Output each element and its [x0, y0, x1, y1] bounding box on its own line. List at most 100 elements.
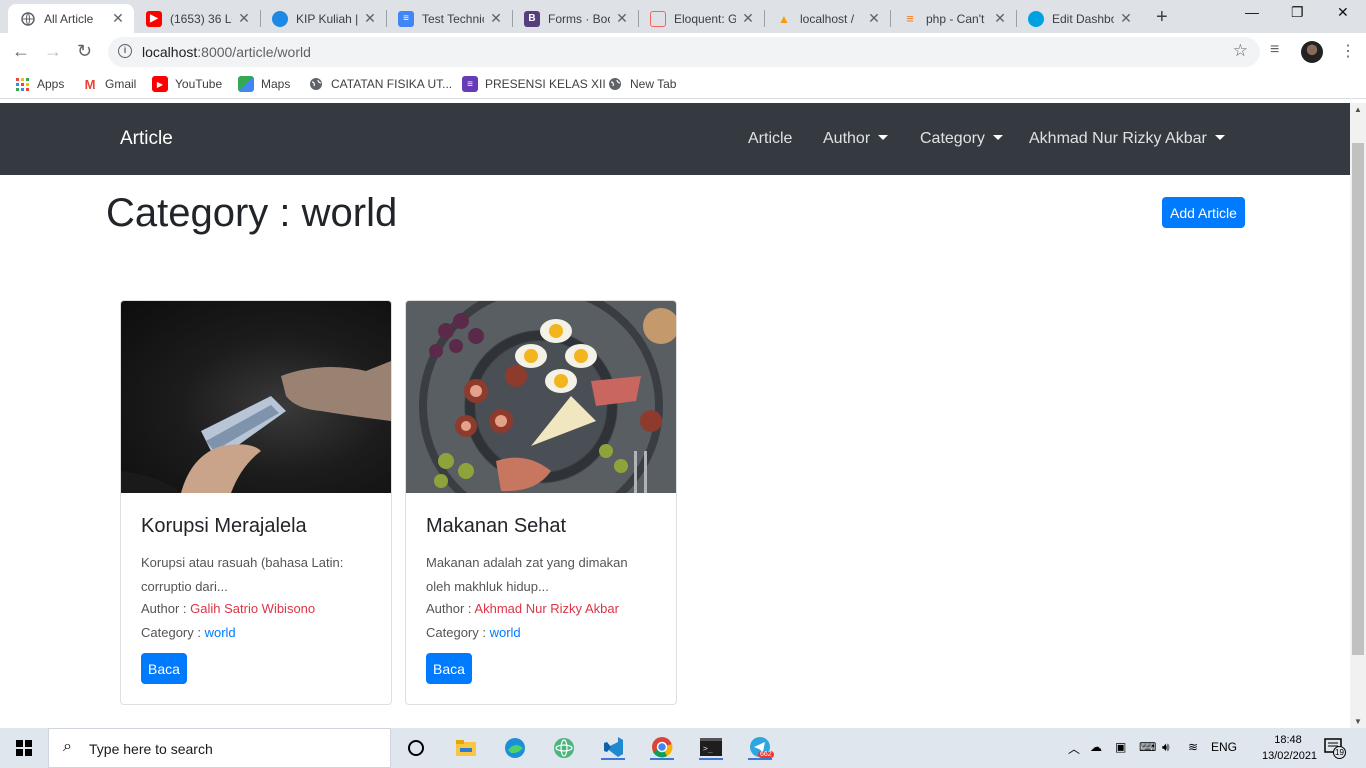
bookmark-gmail[interactable]: M Gmail — [82, 76, 137, 92]
minimize-icon[interactable]: — — [1245, 4, 1259, 20]
wifi-icon[interactable]: ≋ — [1188, 740, 1198, 754]
read-button[interactable]: Baca — [426, 653, 472, 684]
telegram-icon[interactable]: 662 — [748, 736, 774, 760]
tab-test-technical[interactable]: ≡ Test Technic ✕ — [386, 4, 512, 33]
youtube-icon: ▶ — [152, 76, 168, 92]
article-image — [121, 301, 391, 493]
bookmark-maps[interactable]: Maps — [238, 76, 290, 92]
tab-youtube[interactable]: ▶ (1653) 36 Le ✕ — [134, 4, 260, 33]
youtube-icon: ▶ — [146, 10, 162, 27]
nav-article[interactable]: Article — [748, 130, 792, 148]
edge-icon[interactable] — [503, 736, 527, 760]
article-title: Makanan Sehat — [426, 515, 567, 537]
bookmark-youtube[interactable]: ▶ YouTube — [152, 76, 222, 92]
author-link[interactable]: Galih Satrio Wibisono — [190, 601, 315, 616]
tab-all-article[interactable]: All Article ✕ — [8, 4, 134, 33]
language-indicator[interactable]: ENG — [1211, 740, 1237, 754]
close-tab-icon[interactable]: ✕ — [362, 10, 378, 27]
media-control-icon[interactable]: ≡ — [1270, 41, 1279, 59]
atom-icon[interactable] — [552, 736, 576, 760]
bookmark-apps[interactable]: Apps — [14, 76, 64, 92]
close-tab-icon[interactable]: ✕ — [1118, 10, 1134, 27]
dropdown-caret-icon — [992, 135, 1003, 140]
reload-icon[interactable]: ↻ — [77, 41, 92, 62]
article-card: Korupsi Merajalela Korupsi atau rasuah (… — [120, 300, 392, 705]
tab-phpmyadmin[interactable]: ▲ localhost / ✕ — [764, 4, 890, 33]
windows-taskbar: ⌕ Type here to search >_ 662 ︿ ☁ ▣ ⌨ 🔊︎ … — [0, 728, 1366, 768]
close-tab-icon[interactable]: ✕ — [488, 10, 504, 27]
profile-avatar[interactable] — [1301, 41, 1323, 63]
kip-icon — [272, 10, 288, 27]
task-view-icon[interactable] — [404, 736, 428, 760]
site-info-icon[interactable]: i — [118, 44, 132, 58]
close-window-icon[interactable]: ✕ — [1337, 4, 1349, 21]
category-link[interactable]: world — [205, 625, 236, 640]
new-tab-button[interactable]: + — [1156, 6, 1168, 29]
navbar-brand[interactable]: Article — [120, 128, 173, 150]
bookmark-new-tab[interactable]: New Tab — [607, 76, 676, 92]
windows-start-icon[interactable] — [16, 740, 32, 756]
back-icon[interactable]: ← — [12, 41, 30, 62]
close-tab-icon[interactable]: ✕ — [110, 10, 126, 27]
notification-center-icon[interactable]: 19 — [1324, 737, 1346, 760]
tab-eloquent[interactable]: Eloquent: G ✕ — [638, 4, 764, 33]
dropdown-caret-icon — [1214, 135, 1225, 140]
docs-icon: ≡ — [398, 10, 414, 27]
article-image — [406, 301, 676, 528]
globe-icon — [308, 76, 324, 92]
terminal-icon[interactable]: >_ — [699, 736, 723, 760]
nav-author-dropdown[interactable]: Author — [823, 130, 889, 148]
site-navbar: Article Article Author Category Akhmad N… — [0, 103, 1350, 175]
chrome-icon[interactable] — [650, 736, 674, 760]
tab-kip-kuliah[interactable]: KIP Kuliah | ✕ — [260, 4, 386, 33]
tab-edit-dashboard[interactable]: Edit Dashbo ✕ — [1016, 4, 1142, 33]
page-title: Category : world — [106, 191, 398, 235]
onedrive-icon[interactable]: ☁ — [1090, 740, 1102, 754]
read-button[interactable]: Baca — [141, 653, 187, 684]
tab-stackoverflow[interactable]: ≡ php - Can't ✕ — [890, 4, 1016, 33]
telegram-badge: 662 — [758, 751, 774, 758]
bookmark-star-icon[interactable]: ☆ — [1233, 41, 1248, 61]
volume-icon[interactable]: 🔊︎ — [1162, 740, 1170, 755]
close-tab-icon[interactable]: ✕ — [992, 10, 1008, 27]
svg-text:>_: >_ — [703, 744, 713, 753]
author-link[interactable]: Akhmad Nur Rizky Akbar — [474, 601, 619, 616]
file-explorer-icon[interactable] — [454, 736, 478, 760]
address-bar[interactable]: i localhost:8000/article/world ☆ — [108, 37, 1260, 67]
add-article-button[interactable]: Add Article — [1162, 197, 1245, 228]
nav-user-dropdown[interactable]: Akhmad Nur Rizky Akbar — [1029, 130, 1225, 148]
forward-icon[interactable]: → — [44, 41, 62, 62]
tray-app-icon[interactable]: ▣ — [1115, 740, 1126, 754]
scrollbar-thumb[interactable] — [1352, 143, 1364, 655]
dropdown-caret-icon — [878, 135, 889, 140]
system-clock[interactable]: 18:48 13/02/2021 — [1262, 732, 1317, 764]
close-tab-icon[interactable]: ✕ — [614, 10, 630, 27]
browser-tab-strip: All Article ✕ ▶ (1653) 36 Le ✕ KIP Kulia… — [0, 0, 1366, 33]
close-tab-icon[interactable]: ✕ — [236, 10, 252, 27]
gmail-icon: M — [84, 76, 96, 92]
bookmark-catatan-fisika[interactable]: CATATAN FISIKA UT... — [308, 76, 452, 92]
taskbar-search-box[interactable]: ⌕ Type here to search — [48, 728, 391, 768]
scroll-down-icon[interactable]: ▼ — [1354, 717, 1362, 726]
article-card: Makanan Sehat Makanan adalah zat yang di… — [405, 300, 677, 705]
category-link[interactable]: world — [490, 625, 521, 640]
more-menu-icon[interactable]: ⋮ — [1340, 41, 1356, 61]
laravel-icon — [650, 10, 666, 27]
tab-bootstrap-forms[interactable]: B Forms · Boo ✕ — [512, 4, 638, 33]
forms-icon: ≡ — [462, 76, 478, 92]
article-author: Author : Akhmad Nur Rizky Akbar — [426, 601, 619, 616]
bookmark-presensi[interactable]: ≡ PRESENSI KELAS XII — [462, 76, 606, 92]
nav-category-dropdown[interactable]: Category — [920, 130, 1003, 148]
salesforce-icon — [1028, 10, 1044, 27]
scroll-up-icon[interactable]: ▲ — [1354, 105, 1362, 114]
input-method-icon[interactable]: ⌨ — [1139, 740, 1156, 754]
restore-icon[interactable]: ❐ — [1291, 4, 1304, 21]
close-tab-icon[interactable]: ✕ — [740, 10, 756, 27]
page-scrollbar[interactable]: ▲ ▼ — [1350, 103, 1366, 728]
article-title: Korupsi Merajalela — [141, 515, 307, 537]
vscode-icon[interactable] — [601, 736, 625, 760]
tray-chevron-icon[interactable]: ︿ — [1068, 740, 1080, 757]
url-text: localhost:8000/article/world — [142, 44, 311, 60]
close-tab-icon[interactable]: ✕ — [866, 10, 882, 27]
article-category: Category : world — [426, 625, 521, 640]
